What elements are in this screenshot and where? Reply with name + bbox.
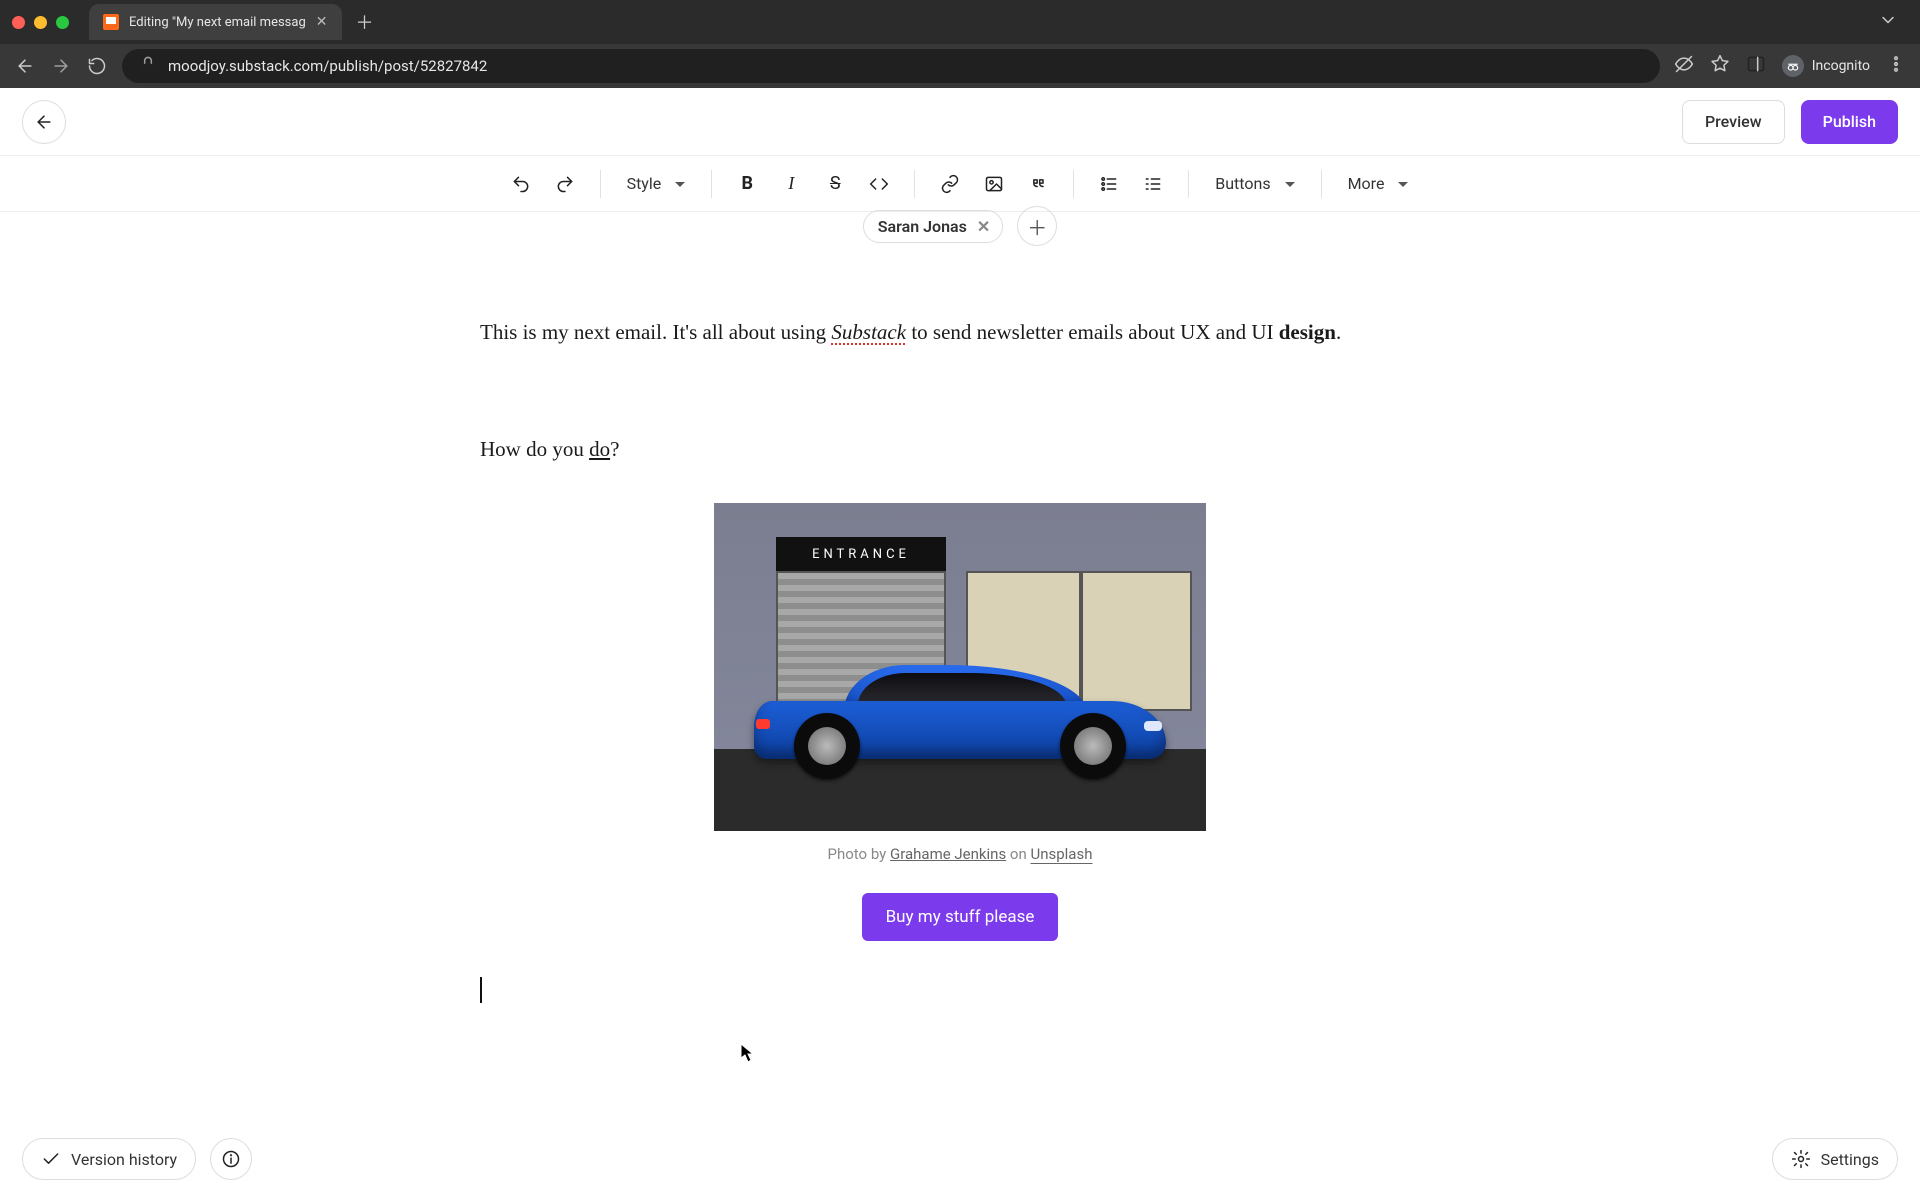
text-cursor [480, 977, 482, 1003]
nav-reload-button[interactable] [86, 55, 108, 77]
cta-button[interactable]: Buy my stuff please [862, 893, 1059, 941]
nav-back-button[interactable] [14, 55, 36, 77]
link-icon [940, 174, 960, 194]
app-header: Preview Publish [0, 88, 1920, 156]
bullet-list-button[interactable] [1090, 165, 1128, 203]
paragraph-1[interactable]: This is my next email. It's all about us… [480, 316, 1440, 349]
new-tab-button[interactable]: ＋ [350, 9, 380, 35]
bullet-list-icon [1099, 174, 1119, 194]
image-caption[interactable]: Photo by Grahame Jenkins on Unsplash [714, 845, 1206, 863]
bold-button[interactable]: B [728, 165, 766, 203]
redo-icon [555, 174, 575, 194]
code-button[interactable] [860, 165, 898, 203]
editor-toolbar: Style B I S Buttons More [0, 156, 1920, 212]
substack-favicon-icon [103, 14, 119, 30]
preview-button[interactable]: Preview [1682, 100, 1785, 144]
tab-close-button[interactable]: ✕ [316, 14, 328, 30]
more-dropdown[interactable]: More [1338, 165, 1419, 203]
undo-icon [511, 174, 531, 194]
strikethrough-button[interactable]: S [816, 165, 854, 203]
buttons-label: Buttons [1215, 174, 1270, 193]
info-icon [221, 1149, 241, 1169]
numbered-list-icon [1143, 174, 1163, 194]
image-icon [984, 174, 1004, 194]
caption-source-link[interactable]: Unsplash [1030, 845, 1092, 863]
browser-chrome: Editing "My next email messag ✕ ＋ moodjo… [0, 0, 1920, 88]
settings-label: Settings [1821, 1150, 1879, 1169]
profile-badge[interactable]: Incognito [1782, 55, 1870, 77]
incognito-eye-icon[interactable] [1674, 54, 1694, 78]
numbered-list-button[interactable] [1134, 165, 1172, 203]
style-dropdown[interactable]: Style [617, 165, 696, 203]
mouse-cursor-icon [740, 1043, 754, 1063]
profile-label: Incognito [1812, 58, 1870, 74]
caption-author-link[interactable]: Grahame Jenkins [890, 845, 1006, 863]
editor-content[interactable]: This is my next email. It's all about us… [480, 246, 1440, 1003]
undo-button[interactable] [502, 165, 540, 203]
publish-button-label: Publish [1823, 112, 1876, 131]
editor-back-button[interactable] [22, 100, 66, 144]
window-minimize-button[interactable] [34, 16, 47, 29]
browser-menu-button[interactable] [1886, 54, 1906, 78]
redo-button[interactable] [546, 165, 584, 203]
author-row: Saran Jonas ✕ ＋ [0, 206, 1920, 246]
code-icon [869, 174, 889, 194]
author-remove-button[interactable]: ✕ [977, 217, 990, 236]
blockquote-button[interactable] [1019, 165, 1057, 203]
chevron-down-icon [1878, 10, 1898, 30]
window-close-button[interactable] [12, 16, 25, 29]
check-icon [41, 1149, 61, 1169]
version-history-button[interactable]: Version history [22, 1138, 196, 1180]
settings-button[interactable]: Settings [1772, 1138, 1898, 1180]
editor-footer: Version history Settings [22, 1138, 1898, 1180]
link-button[interactable] [931, 165, 969, 203]
tabs-dropdown-button[interactable] [1868, 10, 1908, 34]
lock-icon [138, 54, 158, 78]
image-button[interactable] [975, 165, 1013, 203]
italic-button[interactable]: I [772, 165, 810, 203]
tab-title: Editing "My next email messag [129, 15, 306, 30]
author-name: Saran Jonas [878, 217, 967, 236]
nav-forward-button[interactable] [50, 55, 72, 77]
side-panel-button[interactable] [1746, 54, 1766, 78]
version-history-label: Version history [71, 1150, 177, 1169]
url-toolbar: moodjoy.substack.com/publish/post/528278… [0, 44, 1920, 88]
style-label: Style [627, 174, 662, 193]
entrance-sign-text: ENTRANCE [776, 537, 946, 571]
author-chip[interactable]: Saran Jonas ✕ [863, 210, 1004, 243]
tab-strip: Editing "My next email messag ✕ ＋ [0, 0, 1920, 44]
car-illustration [754, 661, 1166, 781]
browser-tab[interactable]: Editing "My next email messag ✕ [89, 4, 342, 40]
arrow-right-icon [51, 56, 71, 76]
more-label: More [1348, 174, 1385, 193]
figure[interactable]: ENTRANCE Photo by Grahame Jenkins on Uns… [714, 503, 1206, 863]
bookmark-star-button[interactable] [1710, 54, 1730, 78]
address-bar[interactable]: moodjoy.substack.com/publish/post/528278… [122, 49, 1660, 83]
arrow-left-icon [34, 112, 54, 132]
buttons-dropdown[interactable]: Buttons [1205, 165, 1304, 203]
incognito-icon [1782, 55, 1804, 77]
spellcheck-word[interactable]: Substack [831, 320, 906, 344]
paragraph-2[interactable]: How do you do? [480, 433, 1440, 466]
gear-icon [1791, 1149, 1811, 1169]
url-text: moodjoy.substack.com/publish/post/528278… [168, 57, 487, 75]
quote-icon [1028, 174, 1048, 194]
window-controls [12, 16, 69, 29]
reload-icon [87, 56, 107, 76]
embedded-image[interactable]: ENTRANCE [714, 503, 1206, 831]
info-button[interactable] [210, 1138, 252, 1180]
publish-button[interactable]: Publish [1801, 100, 1898, 144]
preview-button-label: Preview [1705, 112, 1762, 131]
cta-label: Buy my stuff please [886, 907, 1035, 927]
add-author-button[interactable]: ＋ [1017, 206, 1057, 246]
window-zoom-button[interactable] [56, 16, 69, 29]
arrow-left-icon [15, 56, 35, 76]
